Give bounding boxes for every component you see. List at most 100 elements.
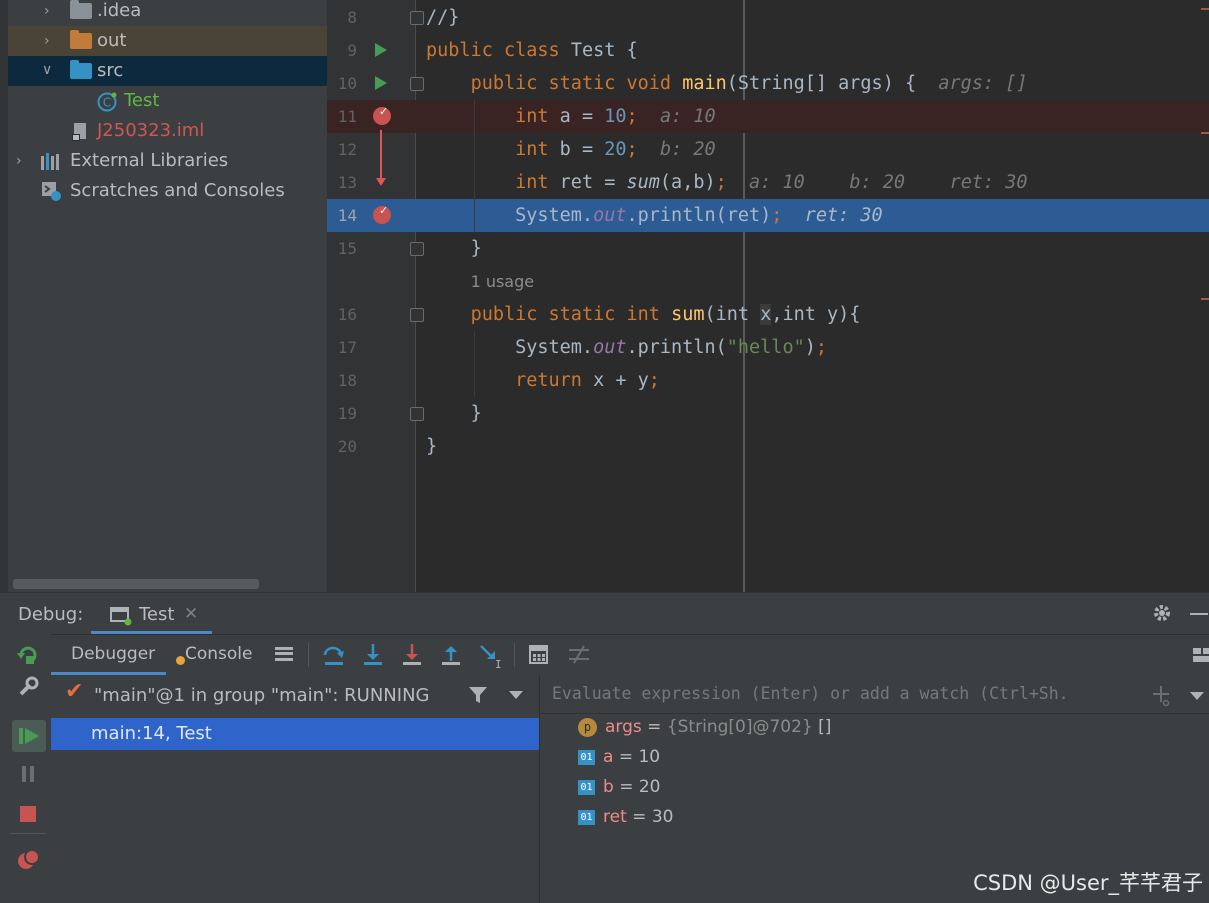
- tab-console[interactable]: Console: [185, 644, 253, 664]
- code-text: }: [426, 232, 482, 265]
- error-stripe-marker[interactable]: [1201, 8, 1209, 10]
- run-config-icon: [110, 607, 132, 626]
- pause-icon-bar: [30, 766, 34, 782]
- code-token: a =: [559, 106, 605, 127]
- breakpoint-icon[interactable]: ✓: [373, 204, 391, 224]
- evaluate-expression-icon[interactable]: [528, 644, 550, 666]
- usage-hint[interactable]: 1 usage: [471, 272, 535, 291]
- run-icon[interactable]: [375, 76, 387, 90]
- code-text: int ret = sum(a,b); a: 10 b: 20 ret: 30: [426, 166, 1028, 199]
- keyword: static: [548, 304, 616, 325]
- tool-window-strip: [0, 0, 8, 592]
- code-line[interactable]: 9 public class Test {: [327, 34, 1209, 67]
- breakpoint-icon[interactable]: ✓: [373, 105, 391, 125]
- inline-value-hint: b: 20: [849, 172, 906, 193]
- code-line[interactable]: 13 int ret = sum(a,b); a: 10 b: 20 ret: …: [327, 166, 1209, 199]
- step-over-icon[interactable]: [322, 643, 346, 667]
- chevron-down-icon[interactable]: ∨: [42, 63, 54, 77]
- chevron-right-icon[interactable]: ›: [44, 34, 56, 48]
- tree-item-idea[interactable]: › .idea: [8, 0, 327, 26]
- evaluate-input[interactable]: Evaluate expression (Enter) or add a wat…: [552, 684, 1069, 703]
- fold-icon[interactable]: [410, 308, 424, 322]
- evaluate-bar[interactable]: Evaluate expression (Enter) or add a wat…: [540, 675, 1209, 714]
- close-icon[interactable]: ✕: [184, 604, 198, 624]
- variable-row[interactable]: 01 b = 20: [578, 772, 661, 802]
- pause-icon[interactable]: [22, 766, 26, 782]
- tree-item-out[interactable]: › out: [8, 26, 327, 56]
- error-stripe-marker[interactable]: [1201, 298, 1209, 300]
- stop-icon[interactable]: [20, 806, 36, 822]
- code-text: int b = 20; b: 20: [426, 133, 716, 166]
- force-step-into-icon[interactable]: [400, 643, 424, 667]
- variable-row[interactable]: 01 a = 10: [578, 742, 660, 772]
- variable-type: {String[0]@702}: [666, 717, 813, 737]
- code-token: .println(ret): [626, 205, 772, 226]
- tree-item-test[interactable]: C Test: [8, 86, 327, 116]
- tree-item-scratches[interactable]: Scratches and Consoles: [8, 176, 327, 206]
- step-into-icon[interactable]: [361, 643, 385, 667]
- gear-icon[interactable]: [1151, 602, 1173, 624]
- variable-value: 30: [651, 807, 674, 827]
- trace-stream-icon[interactable]: [568, 645, 590, 665]
- view-breakpoints-icon[interactable]: [17, 848, 41, 872]
- keyword: void: [626, 73, 672, 94]
- run-icon[interactable]: [375, 43, 387, 57]
- code-line[interactable]: 16 public static int sum(int x,int y){: [327, 298, 1209, 331]
- code-line[interactable]: 15 }: [327, 232, 1209, 265]
- run-to-cursor-icon[interactable]: I: [478, 643, 502, 669]
- code-vision-line[interactable]: 1 usage: [327, 265, 1209, 298]
- code-line[interactable]: 11 ✓ int a = 10; a: 10: [327, 100, 1209, 133]
- fold-icon[interactable]: [410, 11, 424, 25]
- code-line[interactable]: 8 //}: [327, 1, 1209, 34]
- code-line[interactable]: 18 return x + y;: [327, 364, 1209, 397]
- chevron-right-icon[interactable]: ›: [44, 4, 56, 18]
- code-line[interactable]: 12 int b = 20; b: 20: [327, 133, 1209, 166]
- chevron-down-icon[interactable]: [1190, 692, 1204, 700]
- tab-debugger[interactable]: Debugger: [71, 644, 155, 664]
- code-text: public class Test {: [426, 34, 638, 67]
- add-watch-icon[interactable]: [1151, 684, 1175, 708]
- java-class-icon: C: [97, 92, 117, 112]
- wrench-icon[interactable]: [17, 676, 39, 698]
- line-number: 11: [337, 107, 357, 126]
- filter-icon[interactable]: [468, 685, 488, 705]
- restore-layout-icon[interactable]: [1192, 645, 1209, 665]
- debug-header: Debug: Test ✕: [0, 592, 1209, 635]
- debugger-toolbar: Debugger Console I: [51, 634, 1209, 676]
- horizontal-scrollbar[interactable]: [13, 579, 259, 589]
- variable-row[interactable]: p args = {String[0]@702} []: [578, 712, 831, 742]
- minimize-icon[interactable]: [1190, 613, 1208, 615]
- tree-item-external-libraries[interactable]: › External Libraries: [8, 146, 327, 176]
- code-line[interactable]: 19 }: [327, 397, 1209, 430]
- tree-item-iml[interactable]: J250323.iml: [8, 116, 327, 146]
- inline-value-hint: ret: 30: [949, 172, 1028, 193]
- code-line[interactable]: 17 System.out.println("hello");: [327, 331, 1209, 364]
- tree-item-src[interactable]: ∨ src: [8, 56, 327, 86]
- toolbar-separator: [514, 643, 515, 667]
- code-text: System.out.println(ret); ret: 30: [426, 199, 883, 232]
- toolbar-separator: [10, 833, 46, 834]
- code-text: 1 usage: [426, 265, 535, 298]
- rerun-icon[interactable]: [16, 644, 38, 666]
- step-out-icon[interactable]: [439, 643, 463, 667]
- stack-frame-row[interactable]: main:14, Test: [51, 718, 539, 750]
- semicolon: ;: [626, 106, 638, 127]
- chevron-right-icon[interactable]: ›: [16, 154, 28, 168]
- fold-icon[interactable]: [410, 407, 424, 421]
- code-line-current[interactable]: 14 ✓ System.out.println(ret); ret: 30: [327, 199, 1209, 232]
- code-line[interactable]: 10 public static void main(String[] args…: [327, 67, 1209, 100]
- code-text: int a = 10; a: 10: [426, 100, 716, 133]
- error-stripe-marker[interactable]: [1201, 132, 1209, 134]
- code-line[interactable]: 20 }: [327, 430, 1209, 463]
- primitive-icon: 01: [578, 779, 595, 795]
- line-number: 9: [347, 41, 357, 60]
- fold-icon[interactable]: [410, 77, 424, 91]
- code-editor[interactable]: 8 //} 9 public class Test { 10 public st…: [327, 0, 1209, 592]
- fold-icon[interactable]: [410, 242, 424, 256]
- variable-name: ret: [603, 807, 627, 827]
- keyword: class: [503, 40, 560, 61]
- variable-row[interactable]: 01 ret = 30: [578, 802, 673, 832]
- thread-selector[interactable]: ✔ "main"@1 in group "main": RUNNING: [51, 675, 539, 713]
- resume-button[interactable]: [12, 720, 46, 752]
- chevron-down-icon[interactable]: [509, 691, 523, 699]
